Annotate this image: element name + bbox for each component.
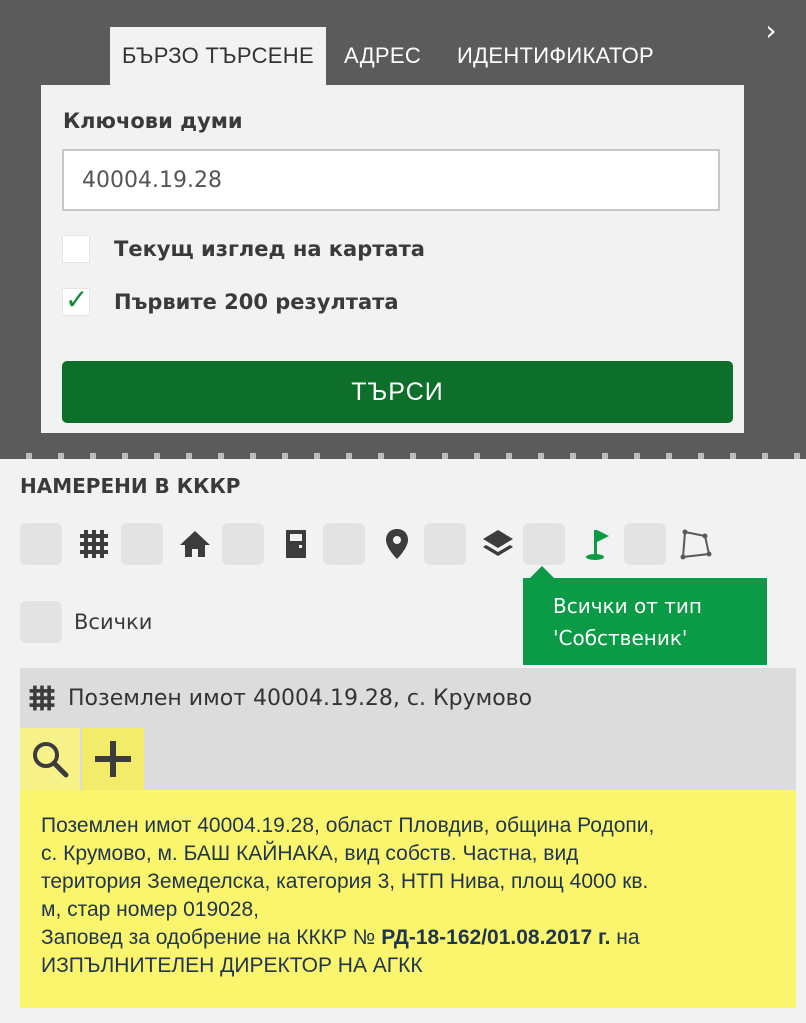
filter-checkbox-layer[interactable]	[424, 523, 466, 565]
zoom-to-button[interactable]	[20, 728, 80, 790]
current-map-view-checkbox[interactable]	[62, 235, 90, 263]
select-all-label: Всички	[74, 610, 153, 634]
keywords-input[interactable]	[62, 149, 720, 211]
checkmark-icon: ✓	[65, 283, 89, 316]
add-button[interactable]	[82, 728, 144, 790]
location-pin-icon	[386, 529, 408, 559]
home-icon	[180, 531, 210, 557]
search-panel: › БЪРЗО ТЪРСЕНЕ АДРЕС ИДЕНТИФИКАТОР Ключ…	[0, 0, 806, 453]
result-item-header[interactable]: Поземлен имот 40004.19.28, с. Крумово	[20, 668, 796, 728]
result-item: Поземлен имот 40004.19.28, с. Крумово По…	[20, 668, 796, 1008]
search-button[interactable]: ТЪРСИ	[62, 361, 733, 423]
current-map-view-option[interactable]: Текущ изглед на картата	[62, 235, 425, 263]
building-icon	[286, 530, 306, 558]
order-prefix: Заповед за одобрение на КККР №	[41, 926, 382, 949]
tab-address[interactable]: АДРЕС	[326, 27, 439, 85]
filter-checkbox-address[interactable]	[323, 523, 365, 565]
owner-filter-tooltip: Всички от тип 'Собственик'	[523, 578, 767, 665]
tab-identifier[interactable]: ИДЕНТИФИКАТОР	[439, 27, 672, 85]
detail-line: м, стар номер 019028,	[41, 898, 259, 921]
filter-checkbox-building[interactable]	[121, 523, 163, 565]
order-suffix: на	[610, 926, 640, 949]
order-line: Заповед за одобрение на КККР № РД-18-162…	[41, 924, 796, 952]
result-item-details: Поземлен имот 40004.19.28, област Пловди…	[20, 790, 796, 1008]
first-200-results-option[interactable]: ✓ Първите 200 резултата	[62, 283, 399, 316]
filter-checkbox-parcel[interactable]	[20, 523, 62, 565]
order-issuer: ИЗПЪЛНИТЕЛЕН ДИРЕКТОР НА АГКК	[41, 954, 423, 977]
order-number: РД-18-162/01.08.2017 г.	[381, 926, 611, 949]
tab-quick-search[interactable]: БЪРЗО ТЪРСЕНЕ	[110, 27, 326, 85]
keywords-label: Ключови думи	[63, 109, 243, 133]
detail-line: Поземлен имот 40004.19.28, област Пловди…	[41, 814, 655, 837]
search-tabs: БЪРЗО ТЪРСЕНЕ АДРЕС ИДЕНТИФИКАТОР	[110, 27, 672, 85]
detail-line: с. Крумово, м. БАШ КАЙНАКА, вид собств. …	[41, 842, 579, 865]
select-all-option[interactable]: Всички	[20, 601, 152, 643]
detail-line: територия Земеделска, категория 3, НТП Н…	[41, 870, 649, 893]
chevron-right-icon[interactable]: ›	[758, 14, 784, 48]
tooltip-line: Всички от тип	[553, 594, 702, 618]
filter-checkbox-unit[interactable]	[222, 523, 264, 565]
tooltip-line: 'Собственик'	[553, 626, 688, 650]
result-item-title: Поземлен имот 40004.19.28, с. Крумово	[68, 685, 533, 711]
magnifier-icon	[33, 742, 69, 778]
grid-icon	[80, 530, 108, 558]
layers-icon	[483, 530, 513, 556]
quick-search-form: Ключови думи Текущ изглед на картата ✓ П…	[41, 85, 744, 433]
first-200-results-checkbox[interactable]: ✓	[62, 283, 90, 316]
grid-icon	[29, 685, 55, 711]
filter-checkbox-owner[interactable]	[523, 523, 565, 565]
results-title: НАМЕРЕНИ В КККР	[20, 474, 241, 498]
select-all-checkbox[interactable]	[20, 601, 62, 643]
polygon-icon	[680, 529, 712, 560]
tooltip-arrow	[530, 566, 554, 578]
current-map-view-label: Текущ изглед на картата	[114, 237, 425, 261]
flag-icon	[586, 530, 609, 560]
panel-resize-handle[interactable]	[0, 453, 806, 459]
plus-icon	[95, 741, 131, 777]
filter-checkbox-boundary[interactable]	[624, 523, 666, 565]
first-200-results-label: Първите 200 резултата	[114, 290, 399, 314]
